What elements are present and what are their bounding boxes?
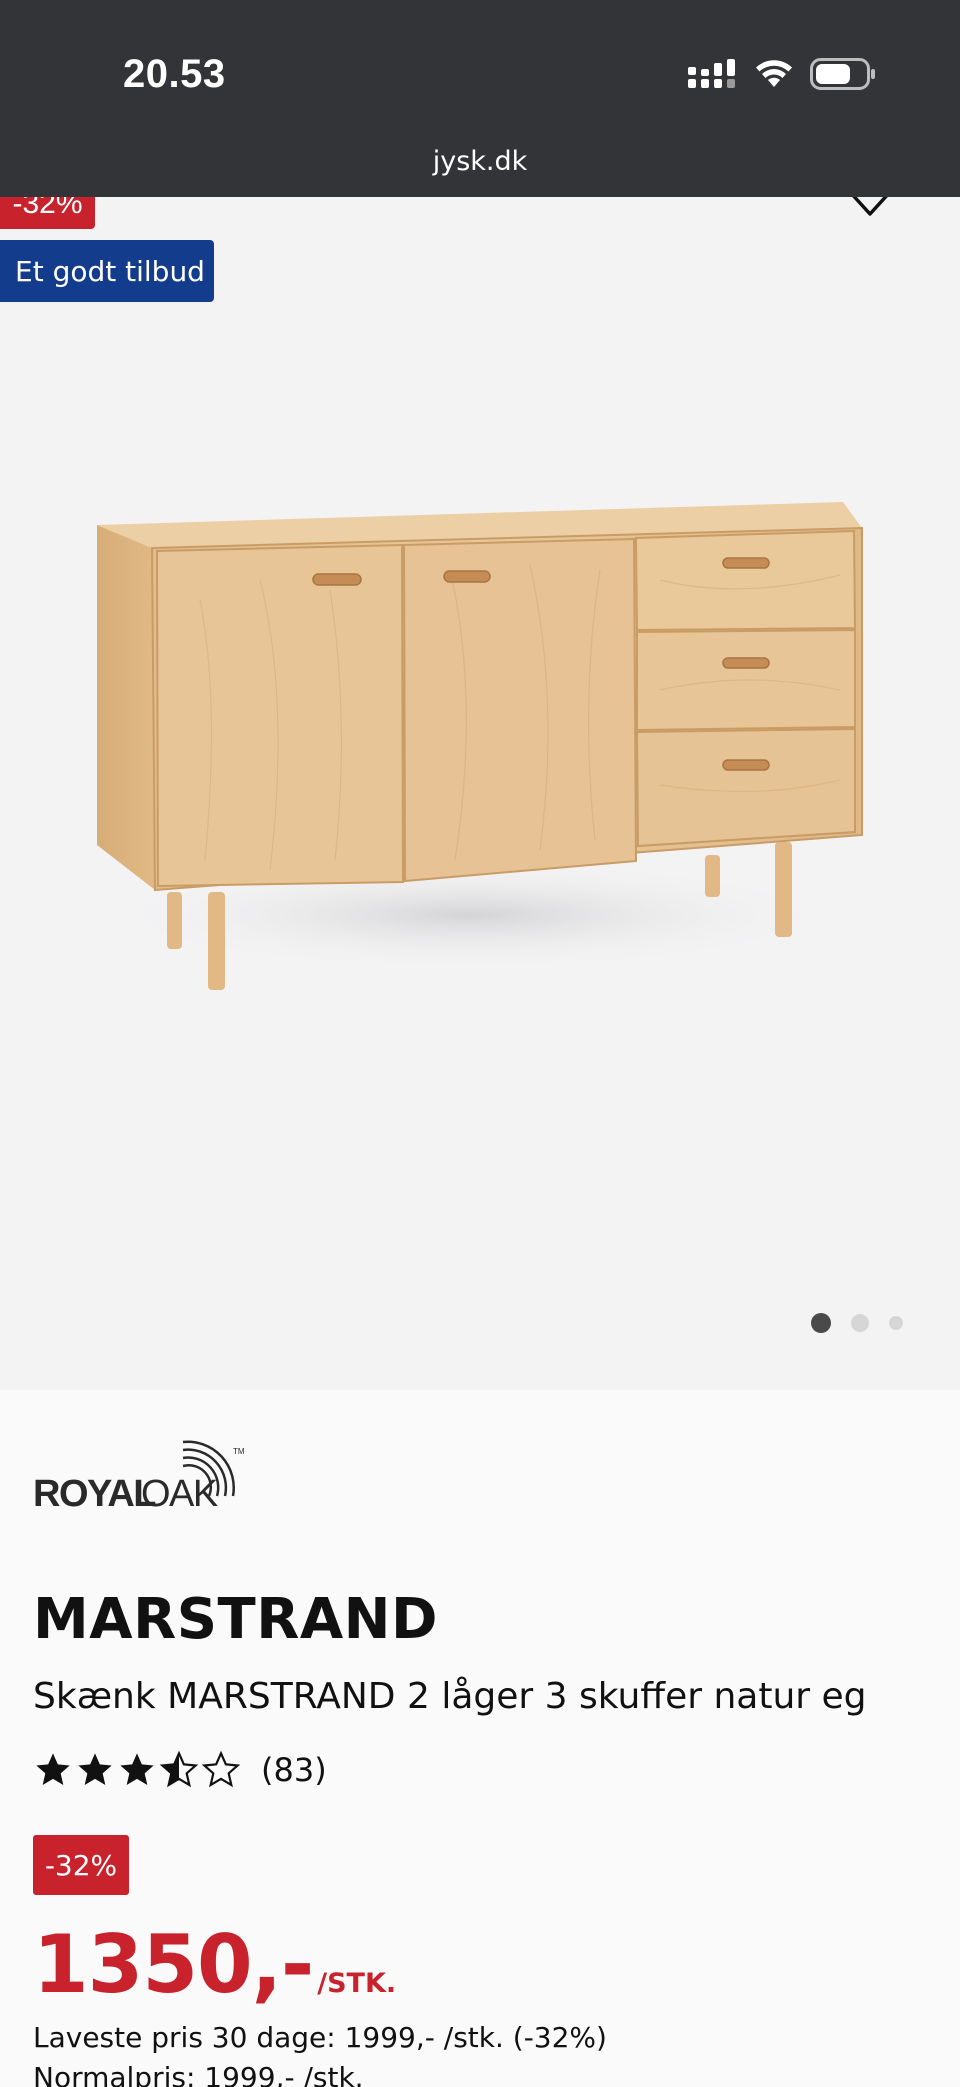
wifi-icon: [756, 60, 792, 87]
royal-oak-logo[interactable]: ROYAL OAK TM: [33, 1440, 253, 1512]
carousel-dot[interactable]: [811, 1313, 831, 1333]
star-full-icon: [120, 1753, 154, 1785]
carousel-dots[interactable]: [811, 1313, 903, 1333]
star-full-icon: [78, 1753, 112, 1785]
star-full-icon: [36, 1753, 70, 1785]
price-unit: /STK.: [317, 1968, 397, 1999]
clock: 20.53: [123, 52, 226, 96]
offer-badge: Et godt tilbud: [0, 240, 214, 302]
price-value: 1350,-: [33, 1918, 314, 2011]
carousel-dot[interactable]: [851, 1314, 869, 1332]
discount-badge: -32%: [33, 1835, 129, 1895]
product-title: MARSTRAND: [33, 1587, 439, 1652]
review-count[interactable]: (83): [261, 1751, 327, 1789]
product-image: [97, 502, 863, 990]
star-empty-icon: [201, 1750, 241, 1788]
svg-text:ROYAL: ROYAL: [33, 1473, 156, 1512]
carousel-dot[interactable]: [889, 1316, 903, 1330]
status-bar: 20.53 jysk.dk: [0, 0, 960, 197]
lowest-price-note: Laveste pris 30 dage: 1999,- /stk. (-32%…: [33, 2021, 607, 2054]
battery-icon: [810, 58, 875, 90]
product-page: 20.53 jysk.dk -32% Et godt tilbud ROYAL …: [0, 0, 960, 2087]
normal-price-note: Normalpris: 1999,- /stk.: [33, 2061, 364, 2087]
star-half-icon: [159, 1750, 199, 1788]
svg-text:OAK: OAK: [141, 1473, 218, 1512]
status-icons: [688, 58, 876, 90]
price: 1350,- /STK.: [33, 1918, 396, 2011]
product-description: Skænk MARSTRAND 2 låger 3 skuffer natur …: [33, 1676, 867, 1717]
svg-text:TM: TM: [233, 1447, 245, 1456]
rating[interactable]: (83): [33, 1750, 327, 1790]
url-bar[interactable]: jysk.dk: [0, 146, 960, 177]
cellular-signal-icon: [688, 59, 735, 88]
